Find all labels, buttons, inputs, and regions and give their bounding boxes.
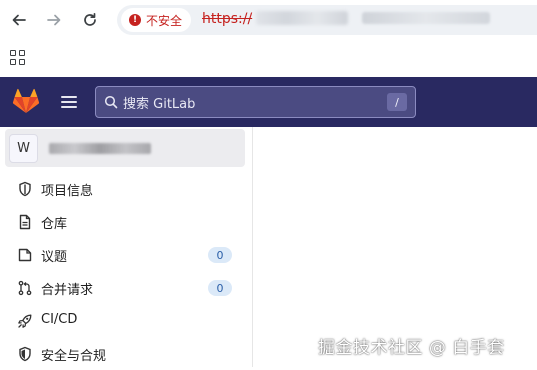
security-indicator[interactable]: ! 不安全: [121, 8, 192, 32]
sidebar-item-merge-requests[interactable]: 合并请求 0: [0, 271, 252, 304]
sidebar-item-security-compliance[interactable]: 安全与合规: [0, 337, 252, 370]
project-header[interactable]: W: [5, 129, 245, 167]
sidebar-item-label: 议题: [41, 250, 68, 265]
issues-icon: [16, 246, 34, 264]
bookmarks-bar: [0, 40, 537, 76]
sidebar-item-ci-cd[interactable]: CI/CD: [0, 304, 252, 337]
merge-request-icon: [16, 279, 34, 297]
shield-icon: [16, 345, 34, 363]
issues-count-badge: 0: [208, 247, 232, 263]
sidebar-item-label: 合并请求: [41, 283, 94, 298]
rocket-icon: [16, 312, 34, 330]
search-shortcut-key: /: [387, 93, 407, 111]
reload-icon[interactable]: [78, 8, 102, 32]
forward-arrow-icon[interactable]: [42, 8, 66, 32]
redacted-path: [362, 12, 491, 24]
sidebar-item-issues[interactable]: 议题 0: [0, 238, 252, 271]
merge-requests-count-badge: 0: [208, 280, 232, 296]
sidebar-item-project-info[interactable]: 项目信息: [0, 172, 252, 205]
security-label: 不安全: [146, 13, 183, 28]
search-icon: [104, 95, 118, 109]
url-scheme: https://: [202, 11, 253, 27]
menu-icon[interactable]: [60, 93, 78, 111]
gitlab-top-bar: 搜索 GitLab /: [0, 77, 537, 127]
document-icon: [16, 213, 34, 231]
project-avatar: W: [9, 134, 38, 163]
sidebar-item-repository[interactable]: 仓库: [0, 205, 252, 238]
redacted-project-name: [49, 143, 151, 154]
redacted-host: [256, 11, 349, 25]
back-arrow-icon[interactable]: [7, 8, 31, 32]
gitlab-logo-icon[interactable]: [12, 88, 40, 114]
search-placeholder: 搜索 GitLab: [123, 96, 196, 112]
sidebar-item-label: 仓库: [41, 217, 68, 232]
address-bar[interactable]: ! 不安全 https://: [117, 5, 537, 35]
url-text: https://: [202, 11, 491, 27]
sidebar-item-label: 安全与合规: [41, 349, 107, 364]
apps-grid-icon[interactable]: [10, 50, 25, 65]
info-shield-icon: [16, 180, 34, 198]
browser-toolbar: ! 不安全 https://: [0, 0, 537, 40]
project-sidebar: W 项目信息 仓库 议题 0 合并请求 0 CI/CD 安全与合规: [0, 127, 253, 367]
sidebar-item-label: 项目信息: [41, 184, 94, 199]
search-input[interactable]: 搜索 GitLab /: [95, 86, 416, 118]
sidebar-item-label: CI/CD: [41, 312, 78, 327]
warning-icon: !: [129, 14, 141, 26]
watermark-text: 掘金技术社区 @ 白手套: [318, 338, 505, 358]
